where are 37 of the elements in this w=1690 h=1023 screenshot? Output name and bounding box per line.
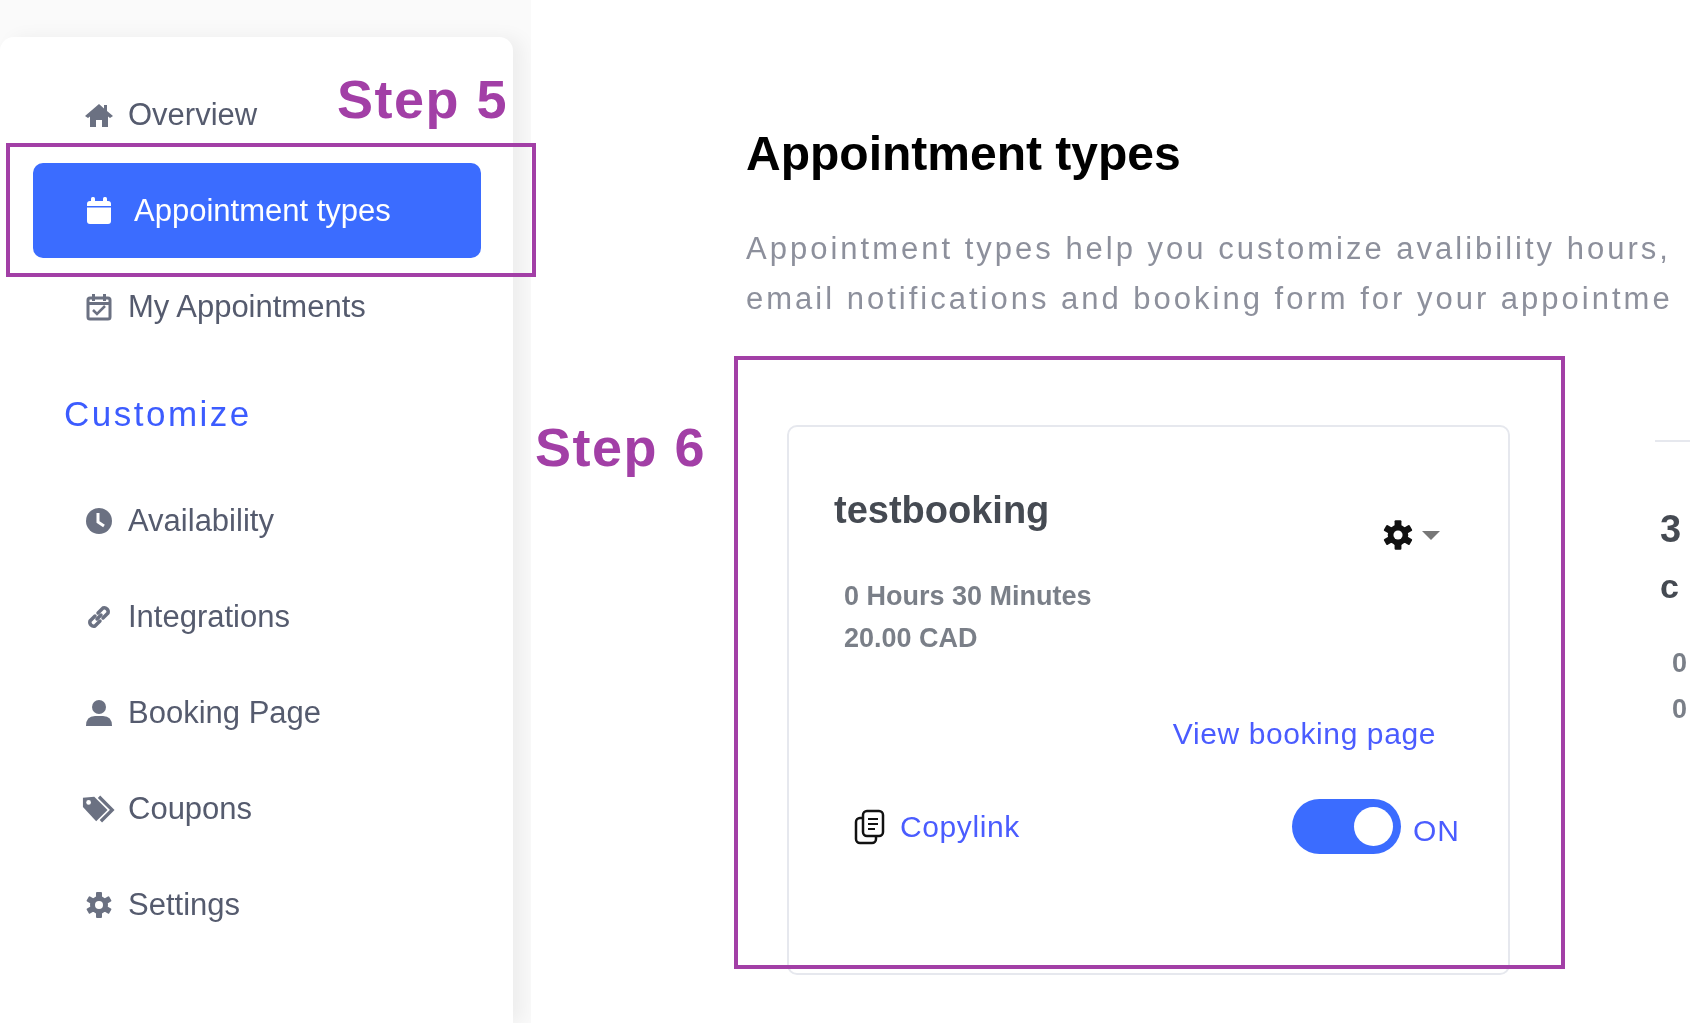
calendar-icon [86, 196, 112, 225]
nav-item[interactable]: Appointment types [33, 163, 481, 258]
nav-item[interactable]: Coupons [82, 761, 253, 857]
copy-icon [854, 808, 886, 845]
price-text: 20.00 CAD [844, 622, 978, 655]
duration-text: 0 Hours 30 Minutes [844, 580, 1092, 613]
toggle-label: ON [1413, 813, 1460, 848]
nav-item[interactable]: Integrations [82, 569, 290, 665]
appointment-name: 3 [1660, 508, 1682, 551]
clock-icon [85, 507, 113, 535]
toggle-switch[interactable] [1292, 799, 1401, 854]
step-label: Step 6 [535, 416, 707, 478]
description-text: email notifications and booking form for your appointme [746, 280, 1674, 318]
calendar-check-icon [86, 293, 112, 321]
appointment-name: testbooking [834, 489, 1050, 532]
duration-text: 0 [1672, 647, 1688, 680]
step-label: Step 5 [337, 68, 509, 130]
price-text: 0 [1672, 693, 1688, 726]
page-title: Appointment types [746, 126, 1182, 182]
nav-item[interactable]: Overview [82, 67, 258, 163]
description-text: Appointment types help you customize avalibility hours, [746, 230, 1672, 268]
user-icon [85, 699, 113, 727]
settings-icon [85, 891, 113, 919]
link-icon [85, 603, 113, 631]
copy-link[interactable]: Copylink [900, 809, 1020, 844]
nav-item[interactable]: Settings [82, 857, 240, 953]
section-title: Customize [63, 393, 253, 435]
nav-item[interactable]: My Appointments [82, 259, 366, 355]
view-booking-page-link[interactable]: View booking page [1172, 717, 1436, 751]
appointment-name: c [1660, 567, 1679, 606]
home-icon [84, 102, 114, 128]
nav-item[interactable]: Booking Page [82, 665, 322, 761]
caret-icon [1422, 530, 1440, 540]
nav-item[interactable]: Availability [82, 473, 274, 569]
settings-icon [1382, 519, 1414, 551]
tags-icon [82, 794, 116, 824]
settings-menu-button[interactable] [1382, 519, 1440, 551]
